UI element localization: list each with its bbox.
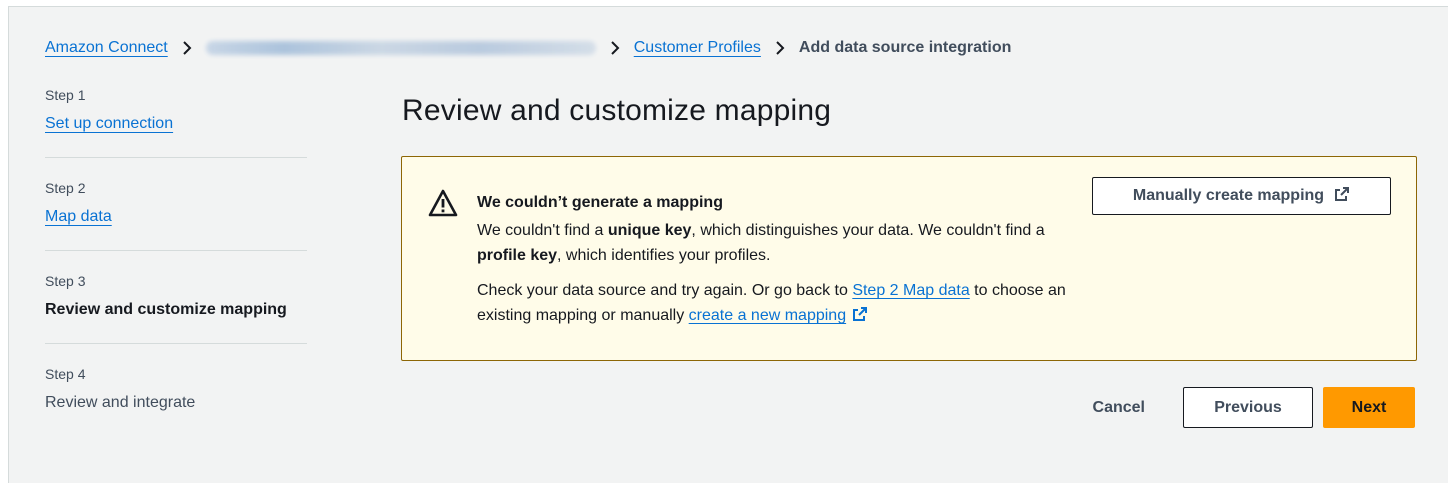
button-label: Manually create mapping [1132, 187, 1325, 204]
alert-text: Check your data source and try again. Or… [477, 282, 853, 299]
chevron-right-icon [181, 40, 193, 56]
breadcrumb-amazon-connect[interactable]: Amazon Connect [45, 39, 168, 57]
chevron-right-icon [609, 40, 621, 56]
alert-emphasis-unique-key: unique key [607, 222, 692, 239]
external-link-icon [852, 305, 868, 330]
step-number: Step 2 [45, 180, 86, 196]
alert-text: , which identifies your profiles. [557, 247, 771, 264]
alert-message: We couldn't find a unique key, which dis… [477, 218, 1077, 268]
external-link-icon [1334, 186, 1350, 207]
step-current-label: Review and customize mapping [45, 301, 287, 318]
wizard-step-1: Step 1 Set up connection [45, 85, 307, 158]
wizard-step-4: Step 4 Review and integrate [45, 364, 307, 436]
wizard-actions: Cancel Previous Next [1083, 387, 1415, 428]
chevron-right-icon [774, 40, 786, 56]
step-number: Step 4 [45, 366, 86, 382]
warning-alert: We couldn’t generate a mapping We couldn… [401, 156, 1417, 361]
step-link-set-up-connection[interactable]: Set up connection [45, 111, 173, 137]
alert-guidance: Check your data source and try again. Or… [477, 278, 1077, 330]
breadcrumb-instance-redacted[interactable] [205, 41, 596, 55]
wizard-step-2: Step 2 Map data [45, 178, 307, 251]
link-create-new-mapping[interactable]: create a new mapping [689, 307, 868, 324]
alert-content: We couldn’t generate a mapping We couldn… [477, 190, 1077, 330]
breadcrumb-current: Add data source integration [798, 39, 1012, 56]
wizard-steps: Step 1 Set up connection Step 2 Map data… [45, 85, 307, 456]
alert-emphasis-profile-key: profile key [477, 247, 558, 264]
page-frame: Amazon Connect Customer Profiles Add dat… [8, 6, 1448, 483]
step-number: Step 1 [45, 87, 86, 103]
step-link-map-data[interactable]: Map data [45, 204, 112, 230]
alert-text: , which distinguishes your data. We coul… [691, 222, 1045, 239]
breadcrumb-customer-profiles[interactable]: Customer Profiles [634, 39, 761, 57]
breadcrumb: Amazon Connect Customer Profiles Add dat… [45, 36, 1011, 60]
wizard-step-3: Step 3 Review and customize mapping [45, 271, 307, 344]
cancel-button[interactable]: Cancel [1083, 388, 1155, 428]
previous-button[interactable]: Previous [1183, 387, 1313, 428]
next-button[interactable]: Next [1323, 387, 1415, 428]
alert-title: We couldn’t generate a mapping [477, 194, 723, 211]
link-label: create a new mapping [688, 307, 847, 324]
page-title: Review and customize mapping [402, 94, 832, 127]
alert-text: We couldn't find a [477, 222, 608, 239]
warning-icon [428, 188, 458, 218]
step-number: Step 3 [45, 273, 86, 289]
link-step-2-map-data[interactable]: Step 2 Map data [852, 282, 969, 299]
step-disabled-label: Review and integrate [45, 394, 196, 411]
manually-create-mapping-button[interactable]: Manually create mapping [1092, 177, 1391, 215]
